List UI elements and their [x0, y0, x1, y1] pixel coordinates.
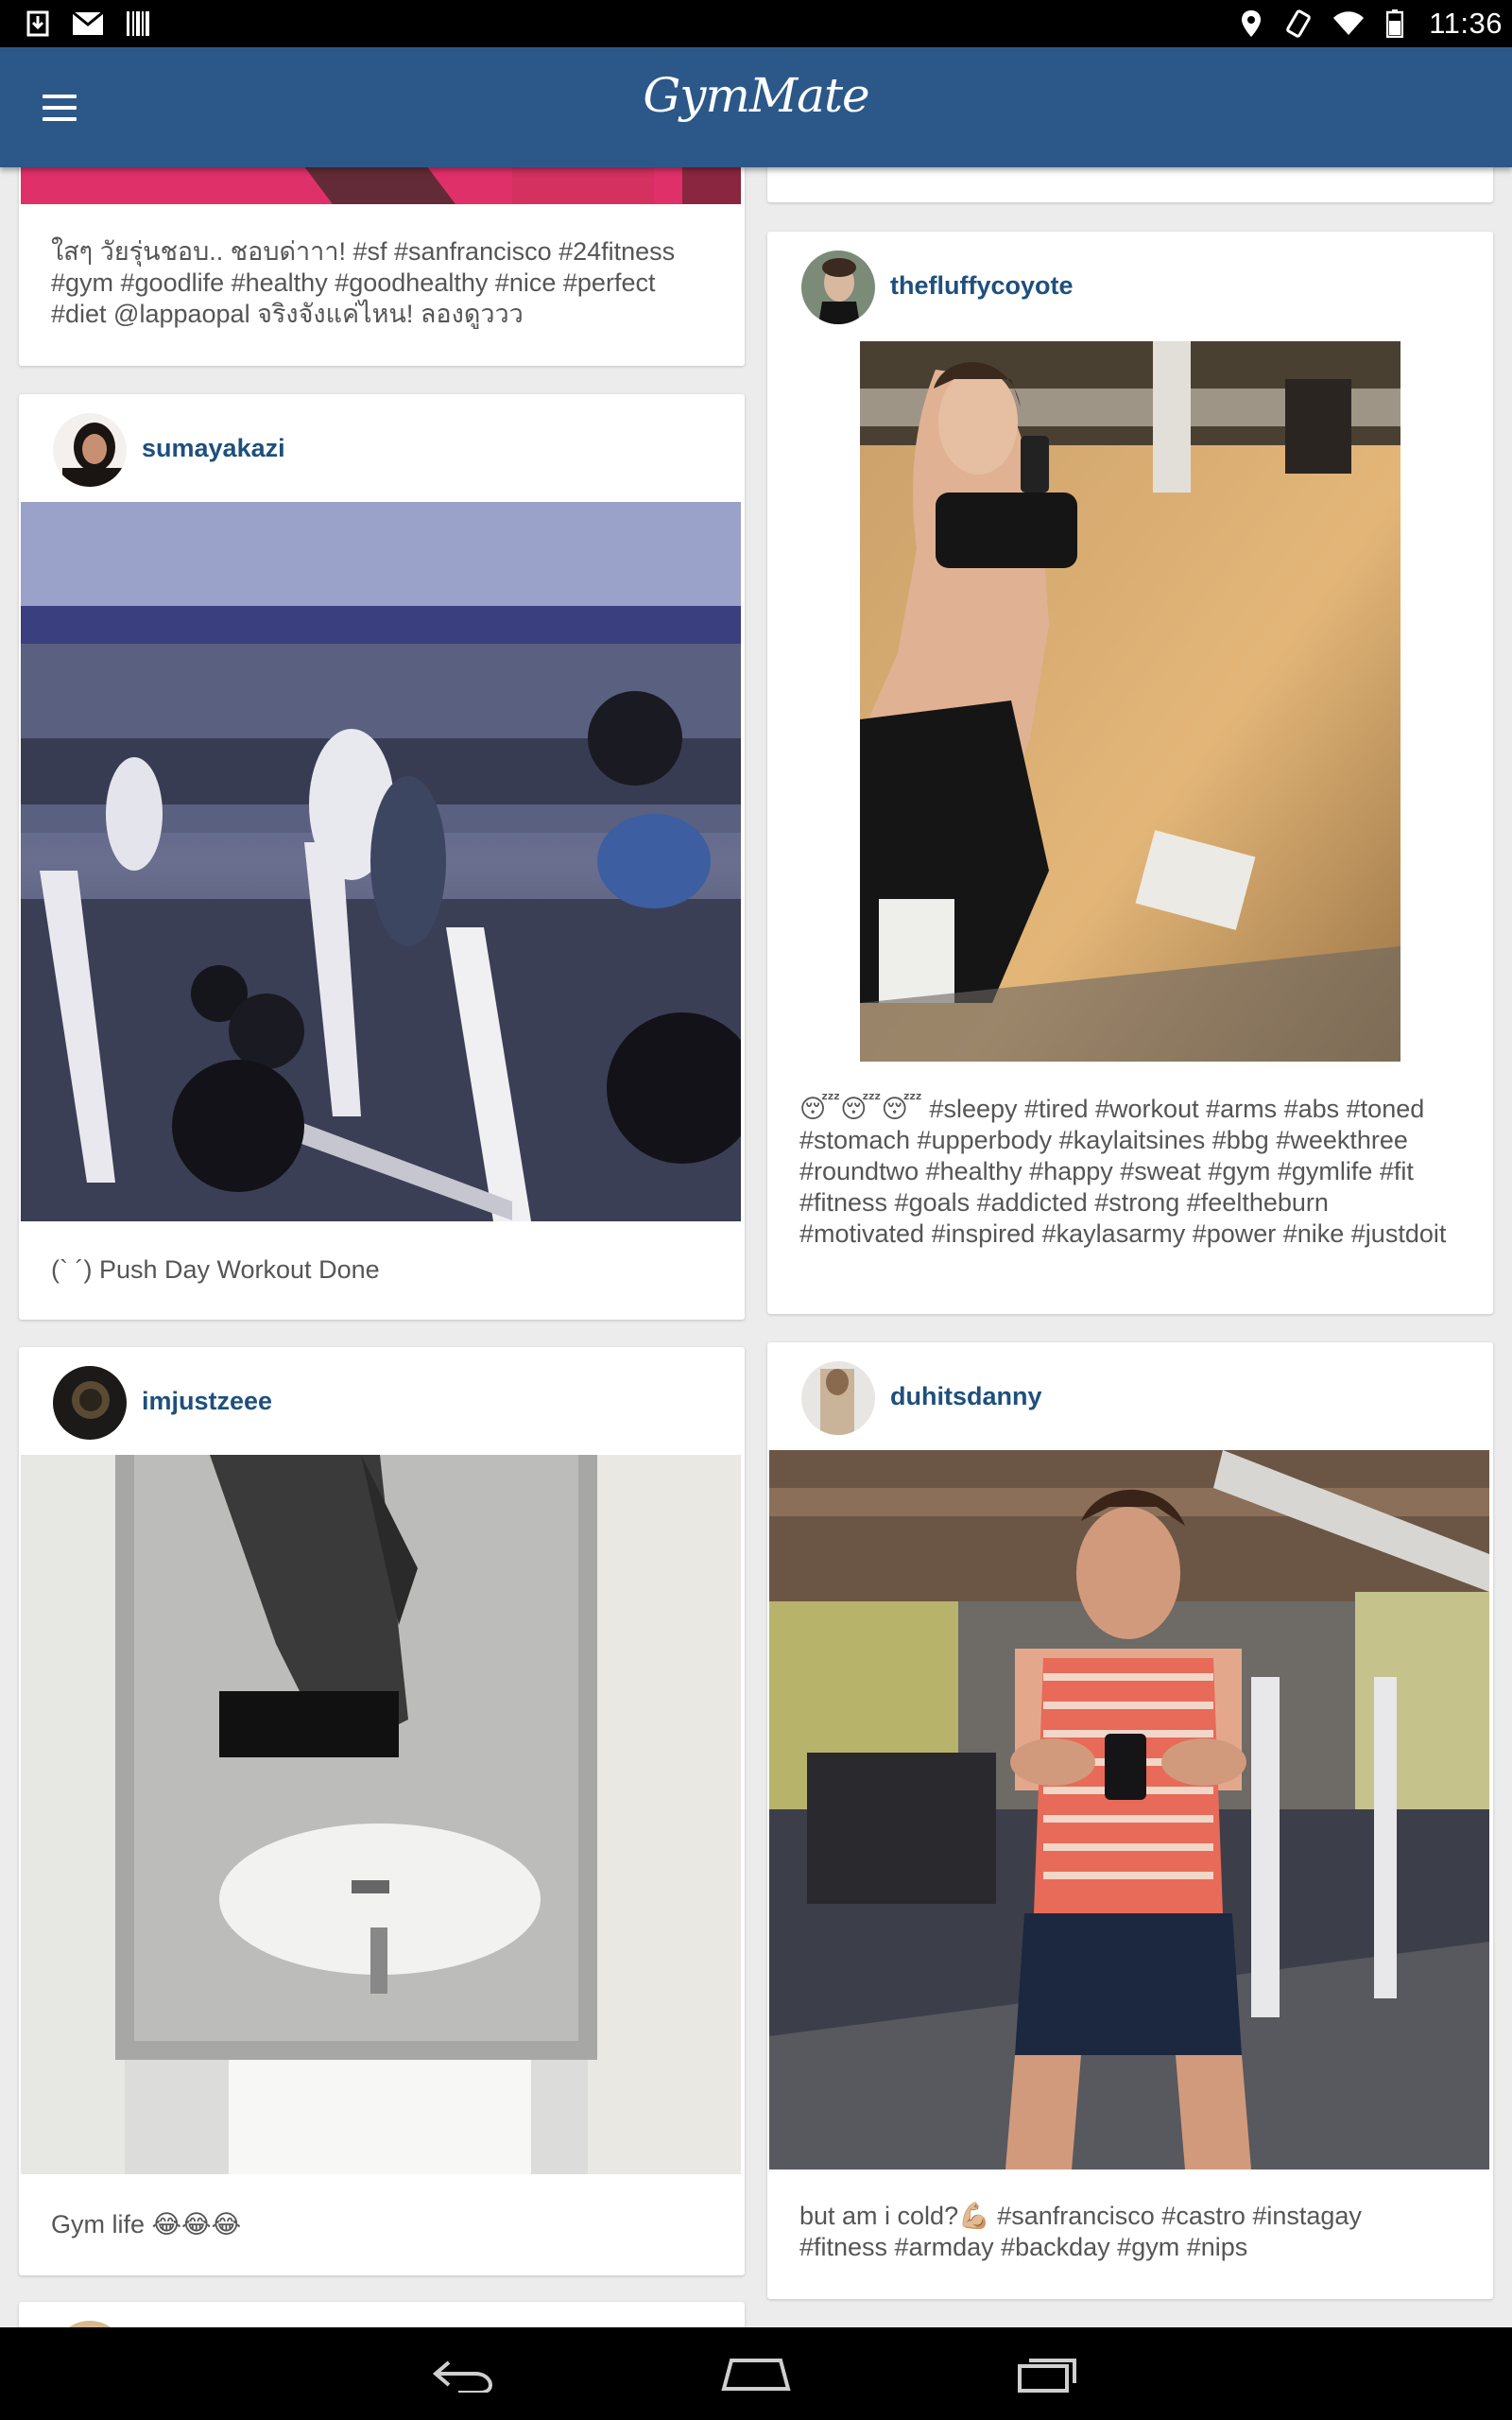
post-header[interactable]: thefluffycoyote [767, 232, 1493, 340]
post-header[interactable]: duhitsdanny [767, 1342, 1493, 1451]
back-icon[interactable] [425, 2345, 501, 2402]
post-card[interactable]: thefluffycoyote 😴😴😴 #sleepy #tired #work… [767, 232, 1493, 1314]
app-bar: GymMate [0, 47, 1512, 167]
barcode-icon [125, 9, 151, 38]
download-icon [25, 9, 51, 38]
app-title: GymMate [643, 68, 869, 123]
post-username[interactable]: sumayakazi [142, 434, 285, 463]
user-avatar[interactable] [53, 1366, 127, 1440]
post-photo[interactable] [21, 502, 741, 1221]
user-avatar[interactable] [801, 251, 875, 324]
post-card[interactable] [19, 2302, 745, 2327]
battery-icon [1385, 9, 1404, 38]
status-bar: 11:36 [0, 0, 1512, 47]
post-photo[interactable] [769, 1450, 1489, 2169]
post-caption: ใสๆ วัยรุ่นชอบ.. ชอบด่าาา! #sf #sanfranc… [51, 237, 676, 328]
post-username[interactable]: duhitsdanny [890, 1382, 1042, 1411]
home-icon[interactable] [718, 2345, 794, 2402]
gmail-icon [72, 9, 104, 38]
rotate-icon [1285, 9, 1312, 38]
user-avatar[interactable] [801, 1361, 875, 1435]
recents-icon[interactable] [1011, 2345, 1087, 2402]
wifi-icon [1332, 9, 1365, 38]
location-icon [1238, 9, 1264, 38]
post-caption: 😴😴😴 #sleepy #tired #workout #arms #abs #… [799, 1095, 1447, 1248]
navigation-bar [0, 2327, 1512, 2420]
post-card[interactable]: duhitsdanny but am i cold?💪🏼 #sanfrancis… [767, 1342, 1493, 2299]
post-photo[interactable] [21, 1455, 741, 2174]
post-caption: but am i cold?💪🏼 #sanfrancisco #castro #… [799, 2202, 1362, 2261]
feed: ใสๆ วัยรุ่นชอบ.. ชอบด่าาา! #sf #sanfranc… [0, 0, 1512, 2327]
user-avatar[interactable] [53, 413, 127, 487]
post-caption: (` ´) Push Day Workout Done [51, 1255, 380, 1284]
post-username[interactable]: thefluffycoyote [890, 271, 1074, 301]
post-caption: Gym life 😂😂😂 [51, 2210, 242, 2238]
post-header[interactable]: sumayakazi [19, 394, 745, 503]
post-card[interactable]: imjustzeee Gym life 😂😂😂 [19, 1347, 745, 2275]
post-photo[interactable] [860, 341, 1400, 1062]
user-avatar[interactable] [53, 2321, 127, 2327]
post-card[interactable]: sumayakazi (` ´) Push Day Workout Done [19, 394, 745, 1320]
post-header[interactable]: imjustzeee [19, 1347, 745, 1456]
post-username[interactable]: imjustzeee [142, 1387, 272, 1416]
clock: 11:36 [1429, 7, 1503, 40]
